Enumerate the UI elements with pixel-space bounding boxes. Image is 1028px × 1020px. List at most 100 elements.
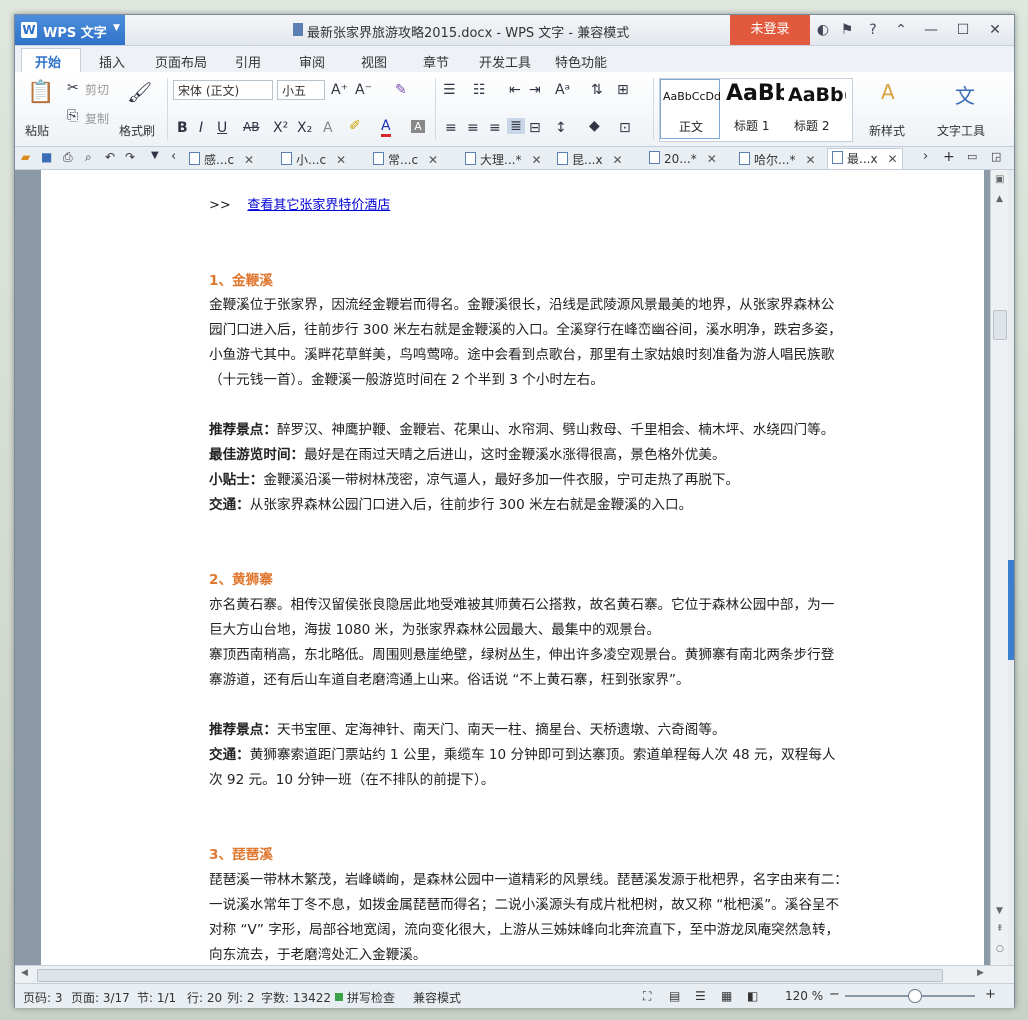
- bullet-list-icon[interactable]: ☰: [443, 82, 456, 98]
- zoom-in-icon[interactable]: +: [985, 987, 996, 1002]
- document-page[interactable]: >> 查看其它张家界特价酒店 1、金鞭溪 金鞭溪位于张家界，因流经金鞭岩而得名。…: [41, 170, 984, 965]
- copy-label[interactable]: 复制: [85, 110, 109, 127]
- doc-tab[interactable]: 小...c ✕: [281, 151, 346, 168]
- change-case-icon[interactable]: Aᵃ: [555, 82, 570, 98]
- increase-indent-icon[interactable]: ⇥: [529, 82, 541, 98]
- tab-insert[interactable]: 插入: [99, 52, 125, 71]
- paste-icon[interactable]: 📋: [27, 80, 54, 106]
- superscript-icon[interactable]: X²: [273, 120, 288, 136]
- decrease-indent-icon[interactable]: ⇤: [509, 82, 521, 98]
- font-size-select[interactable]: 小五: [277, 80, 325, 100]
- tab-references[interactable]: 引用: [235, 52, 261, 71]
- open-folder-icon[interactable]: ▰: [21, 150, 30, 164]
- new-tab-icon[interactable]: +: [943, 149, 955, 165]
- copy-icon[interactable]: ⎘: [67, 108, 78, 124]
- collapse-ribbon-icon[interactable]: ⌃: [891, 20, 911, 40]
- prev-page-icon[interactable]: ⇞: [996, 924, 1004, 934]
- text-tools-label[interactable]: 文字工具: [937, 122, 985, 139]
- cut-icon[interactable]: ✂: [67, 80, 79, 96]
- doc-tab[interactable]: 常...c ✕: [373, 151, 438, 168]
- quick-access-menu-icon[interactable]: ▼: [151, 150, 159, 161]
- underline-icon[interactable]: U: [217, 120, 227, 136]
- undo-icon[interactable]: ↶: [105, 150, 115, 164]
- help-icon[interactable]: ?: [863, 20, 883, 40]
- web-view-icon[interactable]: ▦: [721, 989, 732, 1003]
- doc-tab[interactable]: 昆...x ✕: [557, 151, 623, 168]
- zoom-out-icon[interactable]: −: [829, 987, 840, 1002]
- text-tools-icon[interactable]: 文: [955, 80, 975, 109]
- new-style-icon[interactable]: A: [881, 80, 895, 104]
- shirt-icon[interactable]: ⚑: [837, 20, 857, 40]
- close-icon[interactable]: ✕: [985, 20, 1005, 40]
- reading-mode-icon[interactable]: ◧: [747, 989, 758, 1003]
- style-heading2[interactable]: AaBb( 标题 2: [786, 79, 846, 139]
- tab-review[interactable]: 审阅: [299, 52, 325, 71]
- print-preview-icon[interactable]: ⌕: [85, 150, 92, 165]
- skin-icon[interactable]: ◐: [813, 20, 833, 40]
- tab-home[interactable]: 开始: [35, 52, 61, 71]
- bold-icon[interactable]: B: [177, 120, 188, 136]
- paste-label[interactable]: 粘贴: [25, 122, 49, 139]
- text-effect-icon[interactable]: A: [323, 120, 333, 136]
- outline-view-icon[interactable]: ☰: [695, 989, 706, 1003]
- format-painter-label[interactable]: 格式刷: [119, 122, 155, 139]
- line-spacing-icon[interactable]: ↕: [555, 120, 567, 136]
- justify-icon[interactable]: ≣: [507, 118, 525, 134]
- cut-label[interactable]: 剪切: [85, 81, 109, 98]
- strikethrough-icon[interactable]: AB: [243, 120, 259, 134]
- hscroll-thumb[interactable]: [37, 969, 943, 982]
- format-painter-icon[interactable]: 🖌: [127, 80, 152, 104]
- tab-chapter[interactable]: 章节: [423, 52, 449, 71]
- numbered-list-icon[interactable]: ☷: [473, 82, 486, 98]
- align-right-icon[interactable]: ≡: [489, 120, 501, 136]
- side-panel-tab[interactable]: [1008, 560, 1014, 660]
- doc-tab[interactable]: 大理...* ✕: [465, 151, 542, 168]
- style-heading1[interactable]: AaBb 标题 1: [724, 79, 784, 139]
- doc-tab[interactable]: 20...* ✕: [649, 151, 717, 166]
- page-view-icon[interactable]: ▤: [669, 989, 680, 1003]
- align-center-icon[interactable]: ≡: [467, 120, 479, 136]
- doc-tab[interactable]: 感...c ✕: [189, 151, 254, 168]
- table-borders-icon[interactable]: ⊞: [617, 82, 629, 98]
- fullscreen-icon[interactable]: ⛶: [643, 989, 651, 1004]
- ruler-toggle-icon[interactable]: ▣: [995, 174, 1004, 185]
- tab-features[interactable]: 特色功能: [555, 52, 607, 71]
- doc-tab-active[interactable]: 最...x ✕: [827, 148, 903, 169]
- vertical-scrollbar[interactable]: ▣ ▲ ▼ ⇞ ○: [990, 170, 1009, 965]
- login-button[interactable]: 未登录: [730, 15, 810, 45]
- tabs-scroll-left-icon[interactable]: ‹: [171, 149, 176, 164]
- hotel-link[interactable]: 查看其它张家界特价酒店: [247, 198, 390, 213]
- status-word-count[interactable]: 字数: 13422: [261, 989, 331, 1006]
- scroll-down-icon[interactable]: ▼: [996, 906, 1003, 916]
- font-color-icon[interactable]: A: [381, 118, 391, 137]
- italic-icon[interactable]: I: [199, 120, 203, 136]
- horizontal-scrollbar[interactable]: ◀ ▶: [15, 965, 1014, 984]
- maximize-icon[interactable]: ☐: [953, 20, 973, 40]
- scroll-left-icon[interactable]: ◀: [21, 968, 28, 978]
- grow-font-icon[interactable]: A⁺: [331, 82, 348, 98]
- tab-menu-icon[interactable]: ◲: [991, 150, 1001, 163]
- tab-page-layout[interactable]: 页面布局: [155, 52, 207, 71]
- highlight-icon[interactable]: ✐: [349, 118, 361, 134]
- subscript-icon[interactable]: X₂: [297, 120, 312, 136]
- char-shading-icon[interactable]: A: [411, 120, 425, 133]
- minimize-icon[interactable]: —: [921, 20, 941, 40]
- zoom-level[interactable]: 120 %: [785, 989, 823, 1003]
- doc-tab[interactable]: 哈尔...* ✕: [739, 151, 816, 168]
- redo-icon[interactable]: ↷: [125, 150, 135, 164]
- sort-icon[interactable]: ⇅: [591, 82, 603, 98]
- shrink-font-icon[interactable]: A⁻: [355, 82, 372, 98]
- zoom-slider-thumb[interactable]: [908, 989, 922, 1003]
- scroll-thumb[interactable]: [993, 310, 1007, 340]
- spell-check-button[interactable]: 拼写检查: [347, 989, 395, 1006]
- browse-object-icon[interactable]: ○: [996, 944, 1004, 954]
- tab-list-icon[interactable]: ▭: [967, 150, 977, 163]
- clear-format-icon[interactable]: ✎: [395, 82, 407, 98]
- scroll-up-icon[interactable]: ▲: [996, 194, 1003, 204]
- border-icon[interactable]: ⊡: [619, 120, 631, 136]
- print-icon[interactable]: ⎙: [63, 150, 73, 165]
- tab-developer[interactable]: 开发工具: [479, 52, 531, 71]
- app-menu-button[interactable]: W WPS 文字 ▼: [15, 15, 125, 45]
- new-style-label[interactable]: 新样式: [869, 122, 905, 139]
- tabs-scroll-right-icon[interactable]: ›: [923, 149, 928, 164]
